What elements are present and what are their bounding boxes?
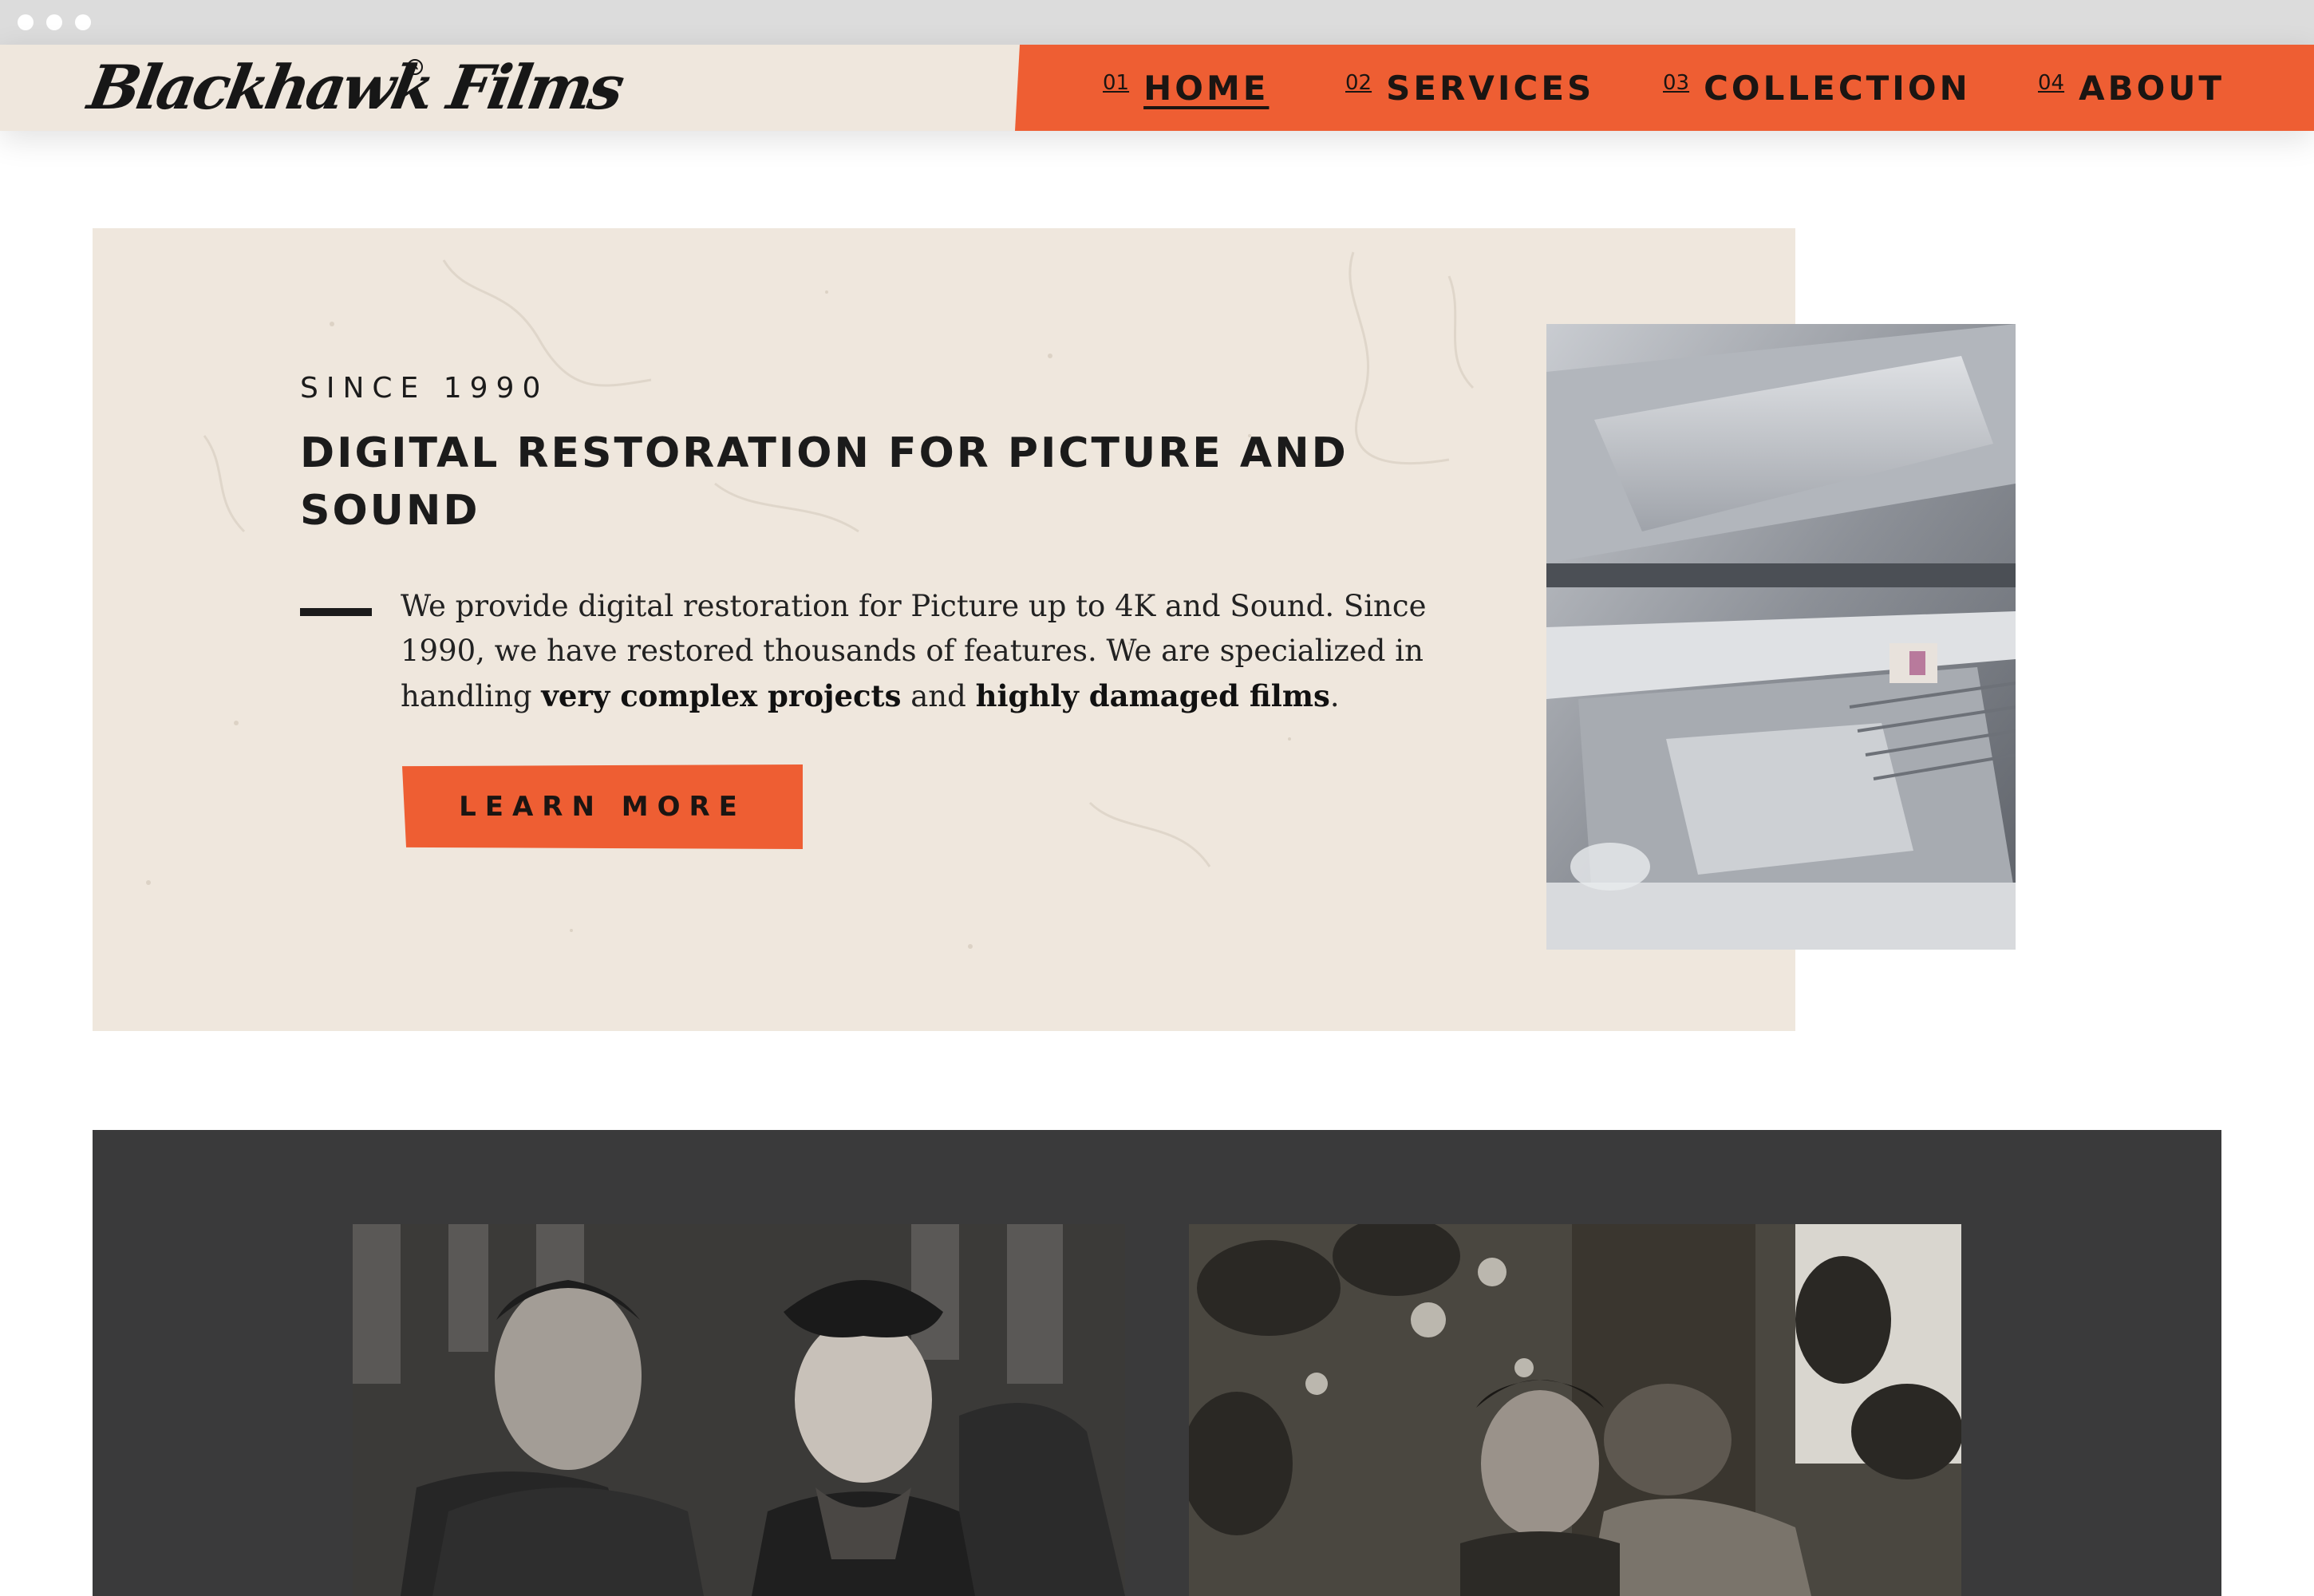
- learn-more-button[interactable]: LEARN MORE: [402, 764, 803, 849]
- hero-eyebrow: SINCE 1990: [300, 372, 549, 405]
- nav-item-number: 02: [1345, 71, 1372, 95]
- film-scanner-photo-icon: [1546, 324, 2016, 950]
- forest-film-still-icon[interactable]: [1189, 1224, 1961, 1596]
- hero-description: We provide digital restoration for Pictu…: [401, 584, 1486, 719]
- forest-film-still-illustration: [1189, 1224, 1961, 1596]
- window-close-dot[interactable]: [18, 14, 34, 30]
- registered-mark-icon: R: [407, 59, 423, 75]
- nav-item-number: 03: [1663, 71, 1690, 95]
- nav-item-about[interactable]: 04 ABOUT: [2038, 45, 2225, 131]
- film-scanner-illustration: [1546, 324, 2016, 950]
- window-minimize-dot[interactable]: [46, 14, 62, 30]
- hero-title: DIGITAL RESTORATION FOR PICTURE AND SOUN…: [300, 429, 1349, 535]
- nav-item-label: COLLECTION: [1704, 68, 1971, 108]
- window-maximize-dot[interactable]: [75, 14, 91, 30]
- couple-film-still-illustration: [353, 1224, 1125, 1596]
- nav-item-number: 04: [2038, 71, 2065, 95]
- main-nav: 01 HOME 02 SERVICES 03 COLLECTION 04 ABO…: [1015, 45, 2314, 131]
- site-header: Blackhawk Films R 01 HOME 02 SERVICES 03…: [0, 45, 2314, 131]
- nav-item-label: HOME: [1143, 68, 1270, 108]
- nav-item-label: ABOUT: [2079, 68, 2225, 108]
- hero-section: SINCE 1990 DIGITAL RESTORATION FOR PICTU…: [93, 228, 1795, 1031]
- nav-item-home[interactable]: 01 HOME: [1103, 45, 1269, 131]
- nav-item-label: SERVICES: [1386, 68, 1595, 108]
- hero-description-end: .: [1329, 679, 1340, 713]
- hero-description-bold-2: highly damaged films: [975, 678, 1330, 713]
- hero-description-mid: and: [901, 679, 976, 713]
- hero-dash-divider: [300, 608, 372, 616]
- nav-item-number: 01: [1103, 71, 1130, 95]
- film-showcase-section: [93, 1130, 2221, 1596]
- hero-description-bold-1: very complex projects: [541, 678, 902, 713]
- couple-film-still-icon[interactable]: [353, 1224, 1125, 1596]
- nav-item-collection[interactable]: 03 COLLECTION: [1663, 45, 1971, 131]
- browser-title-bar: [0, 0, 2314, 45]
- brand-logo[interactable]: Blackhawk Films: [83, 52, 626, 123]
- nav-item-services[interactable]: 02 SERVICES: [1345, 45, 1594, 131]
